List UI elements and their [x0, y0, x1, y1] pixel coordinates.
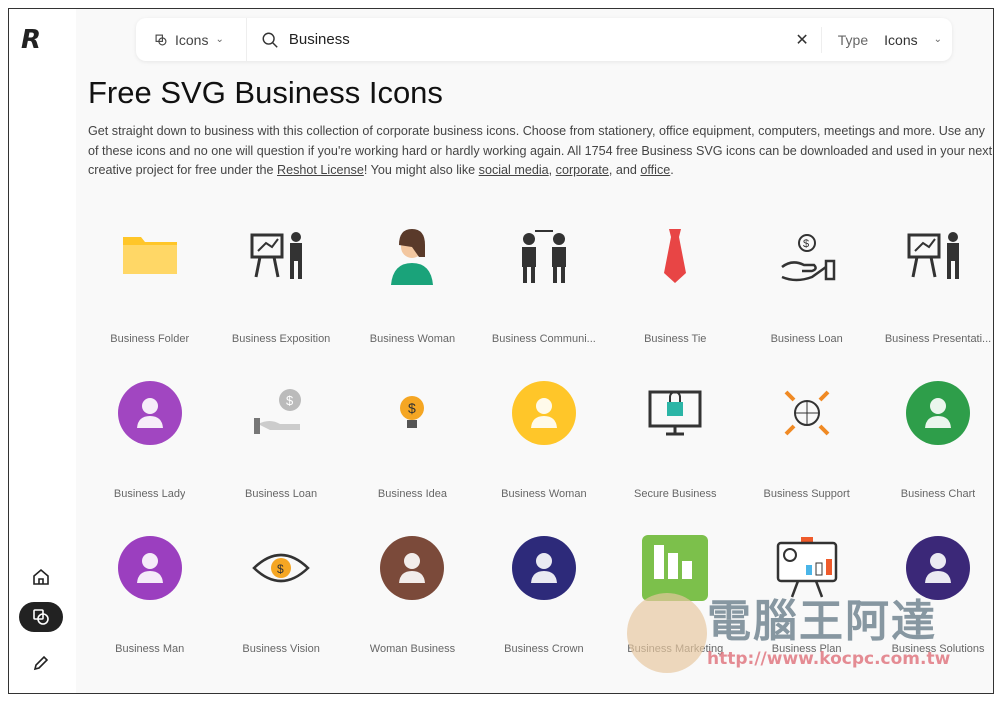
icon-card[interactable]: Business Marketing — [610, 533, 741, 688]
business-presentati-icon[interactable] — [903, 223, 973, 293]
chevron-down-icon: ⌄ — [215, 34, 224, 45]
icon-label[interactable]: Business Marketing — [627, 643, 723, 655]
type-select[interactable]: Type Icons ⌄ — [820, 26, 952, 53]
icon-card[interactable]: Secure Business — [610, 378, 741, 533]
reshot-license-link[interactable]: Reshot License — [277, 163, 364, 177]
svg-text:$: $ — [286, 393, 294, 408]
icon-label[interactable]: Business Communi... — [492, 333, 596, 345]
corporate-link[interactable]: corporate — [556, 163, 609, 177]
icon-label[interactable]: Business Woman — [370, 333, 455, 345]
icon-label[interactable]: Business Presentati... — [885, 333, 991, 345]
business-tie-icon[interactable] — [640, 223, 710, 293]
business-plan-icon[interactable] — [772, 533, 842, 603]
business-loan-icon[interactable]: $ — [246, 378, 316, 448]
icon-label[interactable]: Business Plan — [772, 643, 842, 655]
icon-label[interactable]: Business Man — [115, 643, 184, 655]
woman-business-icon[interactable] — [377, 533, 447, 603]
chevron-down-icon: ⌄ — [933, 34, 942, 45]
icon-card[interactable]: $ Business Loan — [215, 378, 346, 533]
icon-card[interactable]: Business Crown — [478, 533, 609, 688]
type-label: Type — [837, 31, 869, 48]
business-support-icon[interactable] — [772, 378, 842, 448]
type-value: Icons — [884, 31, 918, 48]
icon-label[interactable]: Woman Business — [370, 643, 455, 655]
icon-label[interactable]: Business Loan — [771, 333, 843, 345]
svg-text:$: $ — [277, 562, 284, 576]
app-window: R Icons ⌄ Business ✕ Type Icons ⌄ Free S… — [8, 8, 994, 694]
business-crown-icon[interactable] — [509, 533, 579, 603]
search-bar: Icons ⌄ Business ✕ Type Icons ⌄ — [136, 18, 952, 61]
clear-icon[interactable]: ✕ — [783, 30, 820, 50]
desc-text: , and — [608, 163, 641, 177]
office-link[interactable]: office — [640, 163, 670, 177]
shapes-icon — [155, 34, 167, 45]
icon-label[interactable]: Business Idea — [378, 488, 447, 500]
business-chart-icon[interactable] — [903, 378, 973, 448]
icon-card[interactable]: Business Exposition — [215, 223, 346, 378]
icon-card[interactable]: Business Communi... — [478, 223, 609, 378]
icon-card[interactable]: Business Support — [741, 378, 872, 533]
icon-card[interactable]: Business Man — [84, 533, 215, 688]
icon-label[interactable]: Business Loan — [245, 488, 317, 500]
icon-label[interactable]: Business Folder — [110, 333, 189, 345]
icon-label[interactable]: Business Chart — [901, 488, 976, 500]
business-communi-icon[interactable] — [509, 223, 579, 293]
business-man-icon[interactable] — [115, 533, 185, 603]
business-idea-icon[interactable]: $ — [377, 378, 447, 448]
secure-business-icon[interactable] — [640, 378, 710, 448]
desc-text: ! You might also like — [363, 163, 479, 177]
business-marketing-icon[interactable] — [640, 533, 710, 603]
business-solutions-icon[interactable] — [903, 533, 973, 603]
desc-text: , — [548, 163, 556, 177]
reshot-logo[interactable]: R — [21, 25, 41, 55]
icon-label[interactable]: Business Crown — [504, 643, 583, 655]
icon-card[interactable]: Business Folder — [84, 223, 215, 378]
icon-card[interactable]: Business Plan — [741, 533, 872, 688]
category-select[interactable]: Icons ⌄ — [136, 18, 247, 61]
search-input[interactable]: Business — [247, 31, 784, 49]
icon-label[interactable]: Business Support — [764, 488, 850, 500]
business-woman-icon[interactable] — [377, 223, 447, 293]
icon-card[interactable]: $ Business Vision — [215, 533, 346, 688]
icon-label[interactable]: Business Vision — [242, 643, 319, 655]
shapes-icon[interactable] — [19, 602, 63, 632]
business-lady-icon[interactable] — [115, 378, 185, 448]
business-woman-icon[interactable] — [509, 378, 579, 448]
business-exposition-icon[interactable] — [246, 223, 316, 293]
icon-card[interactable]: $ Business Idea — [347, 378, 478, 533]
icon-card[interactable]: Business Lady — [84, 378, 215, 533]
pencil-icon[interactable] — [19, 648, 63, 678]
desc-text: . — [670, 163, 674, 177]
business-loan-icon[interactable]: $ — [772, 223, 842, 293]
icon-card[interactable]: Woman Business — [347, 533, 478, 688]
icon-label[interactable]: Business Tie — [644, 333, 706, 345]
business-vision-icon[interactable]: $ — [246, 533, 316, 603]
search-icon — [262, 32, 278, 48]
icon-card[interactable]: Business Solutions — [872, 533, 993, 688]
icon-grid: Business Folder Business Exposition Busine… — [84, 223, 993, 688]
svg-text:$: $ — [408, 400, 416, 416]
icon-card[interactable]: Business Woman — [478, 378, 609, 533]
icon-label[interactable]: Business Exposition — [232, 333, 330, 345]
page-description: Get straight down to business with this … — [88, 122, 993, 181]
icon-label[interactable]: Secure Business — [634, 488, 717, 500]
icon-label[interactable]: Business Woman — [501, 488, 586, 500]
search-query: Business — [288, 31, 350, 48]
icon-card[interactable]: Business Chart — [872, 378, 993, 533]
icon-card[interactable]: Business Woman — [347, 223, 478, 378]
home-icon[interactable] — [19, 562, 63, 592]
icon-label[interactable]: Business Solutions — [892, 643, 985, 655]
page-title: Free SVG Business Icons — [88, 75, 443, 110]
svg-text:$: $ — [803, 238, 809, 250]
icon-card[interactable]: $ Business Loan — [741, 223, 872, 378]
category-label: Icons — [175, 31, 209, 48]
icon-label[interactable]: Business Lady — [114, 488, 186, 500]
business-folder-icon[interactable] — [115, 223, 185, 293]
sidebar: R — [9, 9, 76, 693]
icon-card[interactable]: Business Presentati... — [872, 223, 993, 378]
social-media-link[interactable]: social media — [479, 163, 549, 177]
icon-card[interactable]: Business Tie — [610, 223, 741, 378]
